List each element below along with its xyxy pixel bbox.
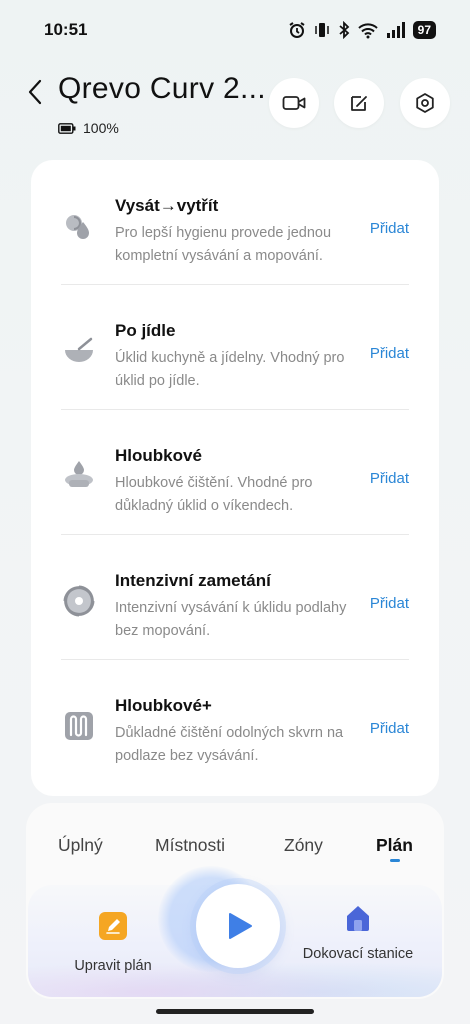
settings-icon (416, 93, 434, 113)
vibrate-icon (314, 23, 329, 37)
edit-plan-button[interactable]: Upravit plán (53, 911, 173, 976)
video-button[interactable] (269, 78, 319, 128)
home-dock-icon (347, 906, 369, 931)
back-button[interactable] (20, 74, 50, 110)
status-time: 10:51 (44, 20, 88, 39)
tab-rooms[interactable]: Místnosti (155, 835, 225, 856)
header: Qrevo Curv 2... 100% (0, 70, 470, 140)
home-indicator[interactable] (156, 1009, 314, 1014)
plan-list: Vysát→vytřít Pro lepší hygienu provede j… (31, 160, 439, 796)
device-battery: 100% (58, 120, 119, 136)
signal-icon (386, 22, 405, 38)
add-plan-button[interactable]: Přidat (370, 220, 409, 237)
device-battery-value: 100% (83, 120, 119, 136)
plan-item-intense-sweep: Intenzivní zametání Intenzivní vysávání … (61, 535, 409, 660)
dock-label: Dokovací stanice (302, 946, 414, 962)
status-bar: 10:51 97 (0, 0, 470, 60)
map-edit-button[interactable] (334, 78, 384, 128)
play-icon (229, 913, 252, 939)
settings-button[interactable] (400, 78, 450, 128)
plan-title: Hloubkové+ (115, 696, 212, 715)
tab-plan[interactable]: Plán (376, 835, 413, 856)
plan-description: Úklid kuchyně a jídelny. Vhodný pro úkli… (115, 350, 345, 389)
wifi-icon (357, 23, 378, 39)
device-title: Qrevo Curv 2... (58, 72, 266, 105)
add-plan-button[interactable]: Přidat (370, 345, 409, 362)
plan-item-vacuum-mop: Vysát→vytřít Pro lepší hygienu provede j… (61, 160, 409, 285)
plan-title: Po jídle (115, 321, 176, 340)
plan-title: Hloubkové (115, 446, 202, 465)
plan-description: Důkladné čištění odolných skvrn na podla… (115, 725, 344, 764)
plan-description: Pro lepší hygienu provede jednou komplet… (115, 225, 332, 264)
plan-description: Intenzivní vysávání k úklidu podlahy bez… (115, 600, 347, 639)
battery-icon (58, 122, 76, 134)
add-plan-button[interactable]: Přidat (370, 595, 409, 612)
plan-title: Vysát→vytřít (115, 196, 219, 215)
sweep-swirl-icon (61, 583, 97, 619)
plan-description: Hloubkové čištění. Vhodné pro důkladný ú… (115, 475, 313, 514)
battery-badge: 97 (412, 21, 436, 39)
vacuum-mop-icon (61, 208, 97, 244)
dock-button[interactable]: Dokovací stanice (298, 903, 418, 964)
video-icon (282, 96, 306, 110)
tab-zones[interactable]: Zóny (284, 835, 323, 856)
chevron-left-icon (28, 79, 42, 105)
deep-clean-icon (61, 458, 97, 494)
plan-title: Intenzivní zametání (115, 571, 271, 590)
edit-plan-label: Upravit plán (74, 958, 152, 974)
tab-full[interactable]: Úplný (58, 835, 103, 856)
add-plan-button[interactable]: Přidat (370, 720, 409, 737)
bowl-icon (61, 333, 97, 369)
edit-plan-icon (99, 912, 127, 940)
plan-item-after-meal: Po jídle Úklid kuchyně a jídelny. Vhodný… (61, 285, 409, 410)
map-edit-icon (351, 96, 367, 111)
add-plan-button[interactable]: Přidat (370, 470, 409, 487)
active-tab-indicator (390, 859, 400, 862)
deep-plus-icon (61, 708, 97, 744)
mode-tabs: Úplný Místnosti Zóny Plán (26, 803, 444, 873)
plan-item-deep-plus: Hloubkové+ Důkladné čištění odolných skv… (61, 660, 409, 785)
alarm-icon (289, 22, 305, 38)
bluetooth-icon (339, 21, 349, 39)
start-button[interactable] (196, 884, 280, 968)
status-icons: 97 (288, 21, 436, 39)
plan-item-deep: Hloubkové Hloubkové čištění. Vhodné pro … (61, 410, 409, 535)
